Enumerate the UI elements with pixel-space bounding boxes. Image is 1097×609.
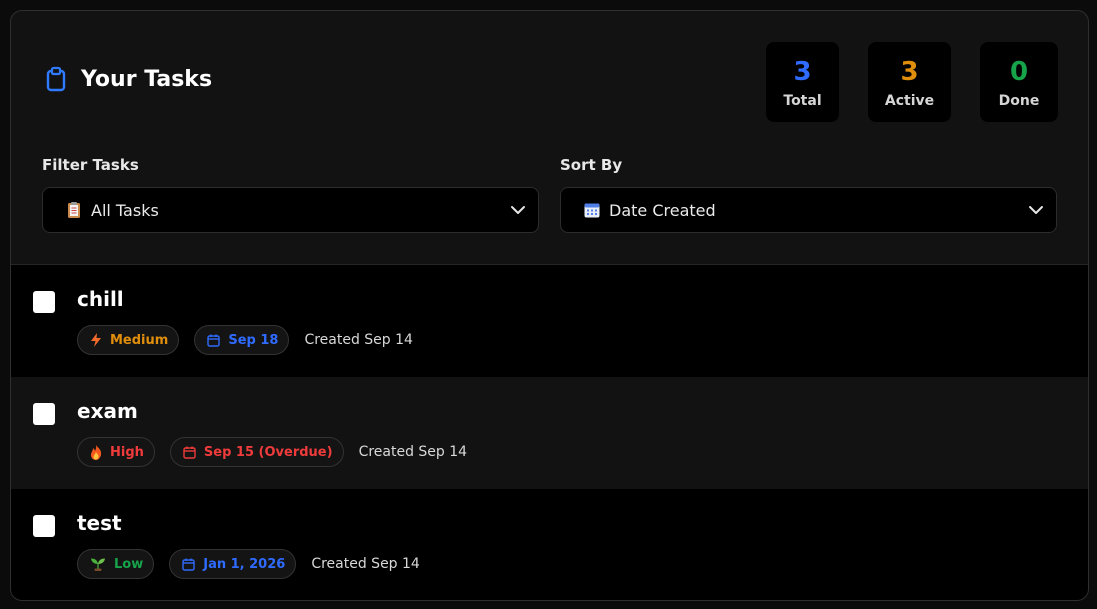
task-item: exam High Sep 15 (Overdue) Created Sep 1… [11, 377, 1088, 489]
clipboard-emoji-icon [65, 201, 83, 219]
sort-select-value: Date Created [609, 200, 716, 220]
task-item: chill Medium Sep 18 Created Sep 14 [11, 265, 1088, 377]
task-checkbox[interactable] [33, 291, 55, 313]
stat-active-label: Active [884, 93, 935, 109]
due-date-label: Sep 15 (Overdue) [203, 444, 333, 460]
task-checkbox[interactable] [33, 515, 55, 537]
due-date-label: Sep 18 [228, 332, 279, 348]
calendar-emoji-icon [583, 201, 601, 219]
task-title: exam [77, 399, 138, 423]
task-item: test Low Jan 1, 2026 Created Sep 14 [11, 489, 1088, 600]
task-meta: Low Jan 1, 2026 Created Sep 14 [77, 549, 420, 579]
stat-done-value: 0 [1009, 57, 1029, 87]
seedling-icon [90, 557, 106, 571]
priority-label: Low [114, 556, 144, 572]
created-date: Created Sep 14 [311, 556, 420, 572]
priority-badge: Medium [77, 325, 180, 355]
priority-badge: High [77, 437, 155, 467]
page-title: Your Tasks [81, 66, 213, 92]
due-date-badge: Sep 18 [194, 325, 290, 355]
task-title: chill [77, 287, 124, 311]
filter-label: Filter Tasks [42, 156, 139, 174]
filter-select[interactable]: All Tasks [42, 187, 539, 233]
sort-select[interactable]: Date Created [560, 187, 1057, 233]
stat-active-value: 3 [900, 57, 919, 87]
stat-active: 3 Active [868, 42, 951, 122]
priority-badge: Low [77, 549, 155, 579]
due-date-badge: Sep 15 (Overdue) [169, 437, 344, 467]
calendar-icon [182, 558, 195, 571]
filter-select-value: All Tasks [91, 200, 159, 220]
tasks-panel: Your Tasks 3 Total 3 Active 0 Done Filte… [10, 10, 1089, 601]
task-meta: Medium Sep 18 Created Sep 14 [77, 325, 413, 355]
sort-label: Sort By [560, 156, 623, 174]
priority-label: High [110, 444, 144, 460]
chevron-down-icon [1028, 202, 1044, 218]
chevron-down-icon [510, 202, 526, 218]
calendar-icon [183, 446, 196, 459]
task-title: test [77, 511, 122, 535]
due-date-badge: Jan 1, 2026 [169, 549, 297, 579]
stat-total-label: Total [783, 93, 822, 109]
page-title-group: Your Tasks [45, 66, 212, 92]
stat-total-value: 3 [793, 57, 812, 87]
calendar-icon [207, 334, 221, 347]
tasks-header: Your Tasks 3 Total 3 Active 0 Done Filte… [11, 11, 1088, 265]
created-date: Created Sep 14 [358, 444, 468, 460]
created-date: Created Sep 14 [304, 332, 413, 348]
task-meta: High Sep 15 (Overdue) Created Sep 14 [77, 437, 467, 467]
clipboard-icon [45, 66, 67, 92]
task-checkbox[interactable] [33, 403, 55, 425]
lightning-icon [90, 333, 102, 347]
stat-done: 0 Done [980, 42, 1058, 122]
priority-label: Medium [110, 332, 169, 348]
stat-done-label: Done [998, 93, 1040, 109]
fire-icon [90, 444, 102, 460]
due-date-label: Jan 1, 2026 [203, 556, 286, 572]
stat-total: 3 Total [766, 42, 839, 122]
